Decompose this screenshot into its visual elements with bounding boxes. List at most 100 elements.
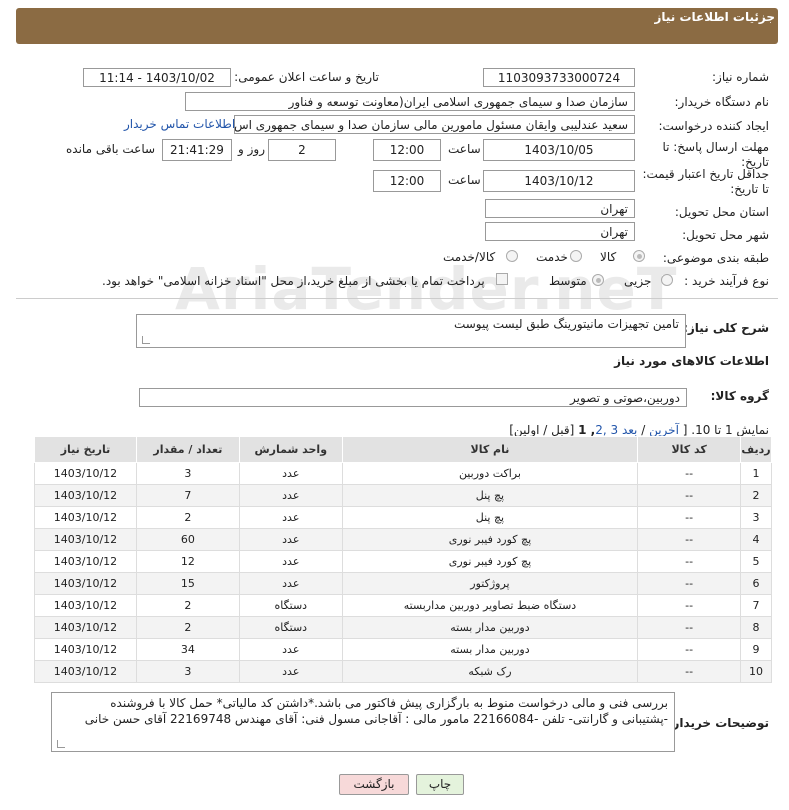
goods-group-field[interactable]: دوربین،صوتی و تصویر <box>139 388 687 407</box>
need-number-field[interactable]: 1103093733000724 <box>483 68 635 87</box>
cell-code: -- <box>637 572 742 595</box>
price-validity-time-field[interactable]: 12:00 <box>373 170 441 192</box>
goods-table: ردیف کد کالا نام کالا واحد شمارش تعداد /… <box>34 436 772 683</box>
buyer-org-label: نام دستگاه خریدار: <box>674 95 770 109</box>
category-goods-radio[interactable] <box>633 250 645 262</box>
category-service-label: خدمت <box>536 250 568 264</box>
cell-name: پچ پنل <box>341 506 639 529</box>
deadline-time-field[interactable]: 12:00 <box>373 139 441 161</box>
cell-date: 1403/10/12 <box>34 572 137 595</box>
price-validity-date-field[interactable]: 1403/10/12 <box>483 170 635 192</box>
deadline-time-label: ساعت <box>448 142 481 156</box>
cell-unit: عدد <box>238 660 343 683</box>
back-button[interactable]: بازگشت <box>339 774 409 795</box>
pagination-suffix: [قبل / اولین] <box>509 423 579 437</box>
description-label: شرح کلی نیاز: <box>683 321 769 335</box>
table-row: 5 -- پچ کورد فیبر نوری عدد 12 1403/10/12 <box>34 550 772 573</box>
cell-code: -- <box>637 528 742 551</box>
cell-row: 10 <box>740 660 772 683</box>
cell-unit: عدد <box>238 638 343 661</box>
cell-unit: عدد <box>238 462 343 485</box>
cell-unit: عدد <box>238 506 343 529</box>
treasury-payment-note: پرداخت تمام یا بخشی از مبلغ خرید،از محل … <box>102 274 485 288</box>
pagination-last-link[interactable]: آخرین <box>649 423 679 437</box>
category-both-label: کالا/خدمت <box>443 250 496 264</box>
pagination-current-page: , 1 <box>578 423 596 437</box>
description-textarea[interactable]: تامین تجهیزات مانیتورینگ طبق لیست پیوست <box>136 314 686 348</box>
table-row: 3 -- پچ پنل عدد 2 1403/10/12 <box>34 506 772 529</box>
announce-label: تاریخ و ساعت اعلان عمومی: <box>234 70 379 84</box>
table-row: 2 -- پچ پنل عدد 7 1403/10/12 <box>34 484 772 507</box>
remaining-time-field[interactable]: 21:41:29 <box>162 139 232 161</box>
cell-unit: عدد <box>238 484 343 507</box>
cell-code: -- <box>637 484 742 507</box>
cell-code: -- <box>637 616 742 639</box>
category-goods-label: کالا <box>600 250 617 264</box>
process-medium-radio[interactable] <box>592 274 604 286</box>
col-row-header: ردیف <box>740 436 772 463</box>
category-service-radio[interactable] <box>570 250 582 262</box>
process-minor-label: جزیی <box>624 274 652 288</box>
print-button[interactable]: چاپ <box>416 774 464 795</box>
contact-buyer-link[interactable]: اطلاعات تماس خریدار <box>124 117 235 131</box>
pagination-page-links[interactable]: 3 ,2 <box>595 423 618 437</box>
province-label: استان محل تحویل: <box>674 205 769 219</box>
buyer-notes-line1: بررسی فنی و مالی درخواست منوط به بارگزار… <box>110 696 668 710</box>
city-label: شهر محل تحویل: <box>682 228 769 242</box>
cell-unit: عدد <box>238 572 343 595</box>
cell-qty: 34 <box>135 638 240 661</box>
announce-field[interactable]: 1403/10/02 - 11:14 <box>83 68 231 87</box>
deadline-label: مهلت ارسال پاسخ: تا تاریخ: <box>662 140 769 169</box>
cell-row: 5 <box>740 550 772 573</box>
cell-name: دوربین مدار بسته <box>341 616 639 639</box>
process-label: نوع فرآیند خرید : <box>684 274 769 288</box>
watermark-logo: AriaTender.neT <box>175 255 678 323</box>
goods-group-label: گروه کالا: <box>710 389 769 403</box>
cell-row: 6 <box>740 572 772 595</box>
pagination-separator: / <box>637 423 650 437</box>
days-field[interactable]: 2 <box>268 139 336 161</box>
cell-row: 9 <box>740 638 772 661</box>
province-field[interactable]: تهران <box>485 199 635 218</box>
cell-date: 1403/10/12 <box>34 638 137 661</box>
cell-name: دستگاه ضبط تصاویر دوربین مداربسته <box>341 594 639 617</box>
process-minor-radio[interactable] <box>661 274 673 286</box>
creator-label: ایجاد کننده درخواست: <box>658 119 769 133</box>
city-field[interactable]: تهران <box>485 222 635 241</box>
page-title: جزئیات اطلاعات نیاز <box>654 10 775 24</box>
cell-code: -- <box>637 594 742 617</box>
treasury-payment-checkbox[interactable] <box>496 273 508 285</box>
need-number-label: شماره نیاز: <box>712 70 769 84</box>
col-qty-header: تعداد / مقدار <box>135 436 240 463</box>
buyer-org-field[interactable]: سازمان صدا و سیمای جمهوری اسلامی ایران(م… <box>185 92 635 111</box>
cell-name: پچ پنل <box>341 484 639 507</box>
table-row: 1 -- براکت دوربین عدد 3 1403/10/12 <box>34 462 772 485</box>
col-name-header: نام کالا <box>341 436 639 463</box>
table-row: 10 -- رک شبکه عدد 3 1403/10/12 <box>34 660 772 683</box>
divider <box>16 298 778 299</box>
buyer-notes-textarea[interactable]: بررسی فنی و مالی درخواست منوط به بارگزار… <box>51 692 675 752</box>
cell-date: 1403/10/12 <box>34 594 137 617</box>
buyer-notes-label: توضیحات خریدار: <box>667 716 769 730</box>
price-validity-label: جداقل تاریخ اعتبار قیمت: تا تاریخ: <box>642 167 769 196</box>
cell-date: 1403/10/12 <box>34 616 137 639</box>
cell-name: پروژکتور <box>341 572 639 595</box>
cell-row: 2 <box>740 484 772 507</box>
cell-unit: دستگاه <box>238 616 343 639</box>
pagination-next-link[interactable]: بعد <box>622 423 637 437</box>
category-label: طبقه بندی موضوعی: <box>662 251 769 265</box>
col-unit-header: واحد شمارش <box>238 436 343 463</box>
goods-section-title: اطلاعات کالاهای مورد نیاز <box>614 354 769 368</box>
cell-unit: عدد <box>238 550 343 573</box>
cell-row: 1 <box>740 462 772 485</box>
table-row: 6 -- پروژکتور عدد 15 1403/10/12 <box>34 572 772 595</box>
col-date-header: تاریخ نیاز <box>34 436 137 463</box>
deadline-date-field[interactable]: 1403/10/05 <box>483 139 635 161</box>
table-row: 9 -- دوربین مدار بسته عدد 34 1403/10/12 <box>34 638 772 661</box>
cell-name: پچ کورد فیبر نوری <box>341 550 639 573</box>
category-both-radio[interactable] <box>506 250 518 262</box>
cell-qty: 2 <box>135 616 240 639</box>
creator-field[interactable]: سعید عندلیبی وایقان مسئول مامورین مالی س… <box>234 115 635 134</box>
price-validity-time-label: ساعت <box>448 173 481 187</box>
cell-row: 8 <box>740 616 772 639</box>
